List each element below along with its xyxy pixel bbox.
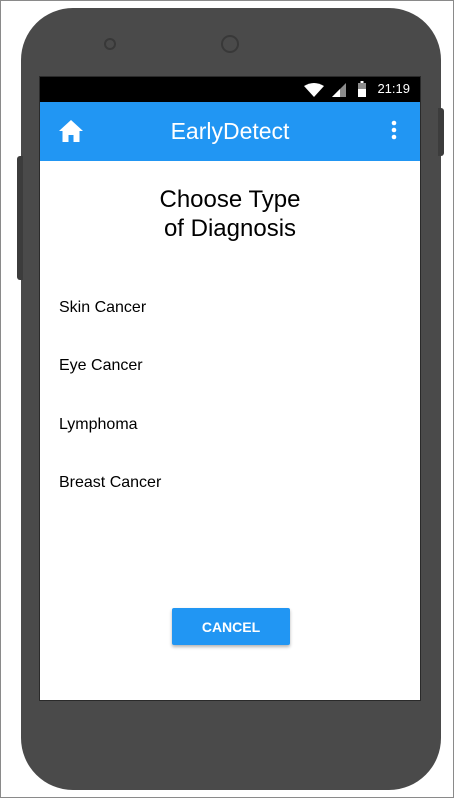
volume-button — [17, 156, 23, 280]
app-title: EarlyDetect — [170, 118, 290, 144]
wifi-icon — [304, 83, 324, 97]
option-eye-cancer[interactable]: Eye Cancer — [59, 357, 143, 375]
front-camera — [221, 35, 239, 53]
signal-icon — [332, 83, 346, 97]
page-title-line2: of Diagnosis — [163, 215, 297, 242]
more-vert-icon[interactable] — [390, 120, 398, 140]
status-bar: 21:19 — [40, 77, 420, 102]
phone-screen: 21:19 EarlyDetect Choose Type of Diagnos… — [40, 77, 420, 700]
page-title: Choose Type of Diagnosis — [40, 185, 420, 243]
option-breast-cancer[interactable]: Breast Cancer — [59, 474, 161, 492]
page-title-line1: Choose Type — [159, 186, 301, 213]
option-skin-cancer[interactable]: Skin Cancer — [59, 299, 146, 317]
cancel-button[interactable]: CANCEL — [172, 608, 290, 645]
app-bar: EarlyDetect — [40, 102, 420, 161]
battery-icon — [358, 81, 366, 97]
speaker-dot — [104, 38, 116, 50]
option-lymphoma[interactable]: Lymphoma — [59, 416, 138, 434]
power-button — [438, 108, 444, 156]
status-time: 21:19 — [377, 81, 410, 96]
